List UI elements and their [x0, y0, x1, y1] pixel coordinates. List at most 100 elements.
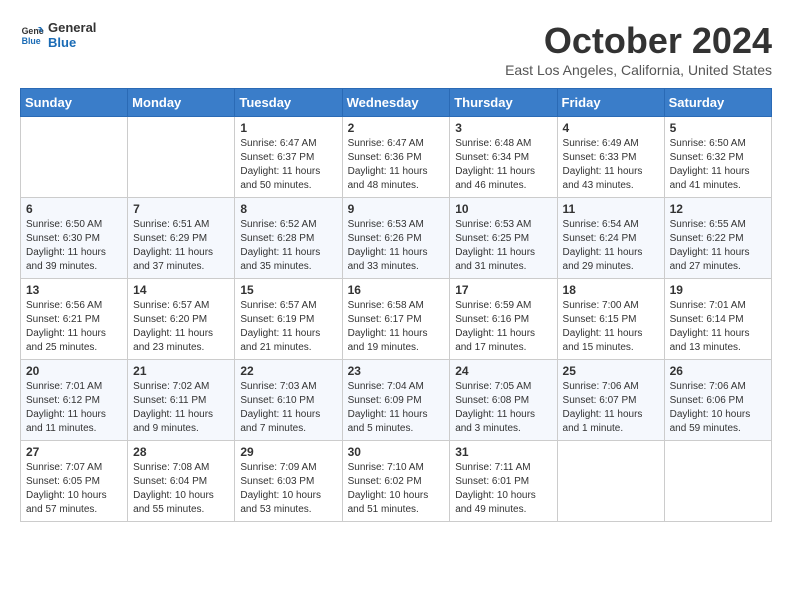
calendar-cell: 25Sunrise: 7:06 AM Sunset: 6:07 PM Dayli…	[557, 360, 664, 441]
day-info: Sunrise: 7:06 AM Sunset: 6:06 PM Dayligh…	[670, 380, 766, 436]
calendar-cell: 28 Sunrise: 7:08 AM Sunset: 6:04 PM Dayli…	[128, 441, 235, 522]
day-number: 29	[240, 445, 336, 459]
calendar-cell: 29Sunrise: 7:09 AM Sunset: 6:03 PM Dayli…	[235, 441, 342, 522]
day-number: 10	[455, 202, 551, 216]
calendar-cell: 23 Sunrise: 7:04 AM Sunset: 6:09 PM Dayli…	[342, 360, 450, 441]
day-info: Sunrise: 6:51 AM Sunset: 6:29 PM Dayligh…	[133, 218, 229, 274]
day-number: 24	[455, 364, 551, 378]
week-row-4: 20 Sunrise: 7:01 AM Sunset: 6:12 PM Dayli…	[21, 360, 772, 441]
day-number: 12	[670, 202, 766, 216]
day-info: Sunrise: 6:57 AM Sunset: 6:19 PM Dayligh…	[240, 299, 336, 355]
calendar-cell: 3 Sunrise: 6:48 AM Sunset: 6:34 PM Daylig…	[450, 117, 557, 198]
day-number: 21	[133, 364, 229, 378]
title-area: October 2024 East Los Angeles, Californi…	[505, 20, 772, 78]
weekday-header-saturday: Saturday	[664, 89, 771, 117]
calendar-cell	[664, 441, 771, 522]
day-info: Sunrise: 6:52 AM Sunset: 6:28 PM Dayligh…	[240, 218, 336, 274]
day-number: 9	[348, 202, 445, 216]
day-info: Sunrise: 7:00 AM Sunset: 6:15 PM Dayligh…	[563, 299, 659, 355]
day-info: Sunrise: 7:03 AM Sunset: 6:10 PM Dayligh…	[240, 380, 336, 436]
calendar-cell: 21 Sunrise: 7:02 AM Sunset: 6:11 PM Dayli…	[128, 360, 235, 441]
calendar-cell: 4 Sunrise: 6:49 AM Sunset: 6:33 PM Daylig…	[557, 117, 664, 198]
day-info: Sunrise: 7:01 AM Sunset: 6:14 PM Dayligh…	[670, 299, 766, 355]
day-number: 14	[133, 283, 229, 297]
day-info: Sunrise: 6:57 AM Sunset: 6:20 PM Dayligh…	[133, 299, 229, 355]
day-number: 23	[348, 364, 445, 378]
svg-text:Blue: Blue	[22, 36, 41, 46]
calendar-cell: 9 Sunrise: 6:53 AM Sunset: 6:26 PM Daylig…	[342, 198, 450, 279]
day-info: Sunrise: 6:49 AM Sunset: 6:33 PM Dayligh…	[563, 137, 659, 193]
calendar-cell: 8Sunrise: 6:52 AM Sunset: 6:28 PM Daylig…	[235, 198, 342, 279]
day-number: 17	[455, 283, 551, 297]
calendar-cell: 7 Sunrise: 6:51 AM Sunset: 6:29 PM Daylig…	[128, 198, 235, 279]
day-number: 6	[26, 202, 122, 216]
logo-general: General	[48, 20, 96, 35]
day-number: 2	[348, 121, 445, 135]
weekday-header-thursday: Thursday	[450, 89, 557, 117]
weekday-header-row: SundayMondayTuesdayWednesdayThursdayFrid…	[21, 89, 772, 117]
calendar-cell: 11Sunrise: 6:54 AM Sunset: 6:24 PM Dayli…	[557, 198, 664, 279]
calendar-table: SundayMondayTuesdayWednesdayThursdayFrid…	[20, 88, 772, 522]
day-info: Sunrise: 7:08 AM Sunset: 6:04 PM Dayligh…	[133, 461, 229, 517]
day-info: Sunrise: 7:10 AM Sunset: 6:02 PM Dayligh…	[348, 461, 445, 517]
header: General Blue General Blue October 2024 E…	[20, 20, 772, 78]
day-number: 3	[455, 121, 551, 135]
day-info: Sunrise: 6:59 AM Sunset: 6:16 PM Dayligh…	[455, 299, 551, 355]
day-number: 11	[563, 202, 659, 216]
weekday-header-tuesday: Tuesday	[235, 89, 342, 117]
week-row-1: 1 Sunrise: 6:47 AM Sunset: 6:37 PM Daylig…	[21, 117, 772, 198]
calendar-cell: 19Sunrise: 7:01 AM Sunset: 6:14 PM Dayli…	[664, 279, 771, 360]
week-row-2: 6Sunrise: 6:50 AM Sunset: 6:30 PM Daylig…	[21, 198, 772, 279]
day-number: 30	[348, 445, 445, 459]
weekday-header-wednesday: Wednesday	[342, 89, 450, 117]
calendar-cell: 2 Sunrise: 6:47 AM Sunset: 6:36 PM Daylig…	[342, 117, 450, 198]
day-number: 13	[26, 283, 122, 297]
calendar-cell: 6Sunrise: 6:50 AM Sunset: 6:30 PM Daylig…	[21, 198, 128, 279]
calendar-cell: 14 Sunrise: 6:57 AM Sunset: 6:20 PM Dayli…	[128, 279, 235, 360]
day-info: Sunrise: 7:04 AM Sunset: 6:09 PM Dayligh…	[348, 380, 445, 436]
day-info: Sunrise: 7:01 AM Sunset: 6:12 PM Dayligh…	[26, 380, 122, 436]
calendar-cell: 20 Sunrise: 7:01 AM Sunset: 6:12 PM Dayli…	[21, 360, 128, 441]
calendar-cell: 13 Sunrise: 6:56 AM Sunset: 6:21 PM Dayli…	[21, 279, 128, 360]
calendar-cell	[557, 441, 664, 522]
calendar-cell: 12Sunrise: 6:55 AM Sunset: 6:22 PM Dayli…	[664, 198, 771, 279]
month-title: October 2024	[505, 20, 772, 62]
day-info: Sunrise: 7:05 AM Sunset: 6:08 PM Dayligh…	[455, 380, 551, 436]
day-info: Sunrise: 6:53 AM Sunset: 6:25 PM Dayligh…	[455, 218, 551, 274]
day-info: Sunrise: 7:07 AM Sunset: 6:05 PM Dayligh…	[26, 461, 122, 517]
day-number: 1	[240, 121, 336, 135]
day-number: 16	[348, 283, 445, 297]
calendar-cell: 31 Sunrise: 7:11 AM Sunset: 6:01 PM Dayli…	[450, 441, 557, 522]
day-number: 7	[133, 202, 229, 216]
location-subtitle: East Los Angeles, California, United Sta…	[505, 62, 772, 78]
weekday-header-friday: Friday	[557, 89, 664, 117]
day-info: Sunrise: 6:47 AM Sunset: 6:36 PM Dayligh…	[348, 137, 445, 193]
calendar-cell: 15 Sunrise: 6:57 AM Sunset: 6:19 PM Dayli…	[235, 279, 342, 360]
day-number: 31	[455, 445, 551, 459]
day-info: Sunrise: 7:02 AM Sunset: 6:11 PM Dayligh…	[133, 380, 229, 436]
day-info: Sunrise: 7:06 AM Sunset: 6:07 PM Dayligh…	[563, 380, 659, 436]
week-row-3: 13 Sunrise: 6:56 AM Sunset: 6:21 PM Dayli…	[21, 279, 772, 360]
day-number: 28	[133, 445, 229, 459]
calendar-cell: 1 Sunrise: 6:47 AM Sunset: 6:37 PM Daylig…	[235, 117, 342, 198]
day-number: 15	[240, 283, 336, 297]
logo: General Blue General Blue	[20, 20, 96, 50]
day-number: 4	[563, 121, 659, 135]
day-info: Sunrise: 6:56 AM Sunset: 6:21 PM Dayligh…	[26, 299, 122, 355]
calendar-cell: 30 Sunrise: 7:10 AM Sunset: 6:02 PM Dayli…	[342, 441, 450, 522]
day-number: 20	[26, 364, 122, 378]
calendar-cell: 16 Sunrise: 6:58 AM Sunset: 6:17 PM Dayli…	[342, 279, 450, 360]
day-info: Sunrise: 6:48 AM Sunset: 6:34 PM Dayligh…	[455, 137, 551, 193]
day-number: 27	[26, 445, 122, 459]
day-info: Sunrise: 6:53 AM Sunset: 6:26 PM Dayligh…	[348, 218, 445, 274]
calendar-cell: 10 Sunrise: 6:53 AM Sunset: 6:25 PM Dayli…	[450, 198, 557, 279]
day-number: 5	[670, 121, 766, 135]
calendar-cell: 5Sunrise: 6:50 AM Sunset: 6:32 PM Daylig…	[664, 117, 771, 198]
weekday-header-monday: Monday	[128, 89, 235, 117]
day-number: 18	[563, 283, 659, 297]
calendar-cell: 22Sunrise: 7:03 AM Sunset: 6:10 PM Dayli…	[235, 360, 342, 441]
day-info: Sunrise: 6:47 AM Sunset: 6:37 PM Dayligh…	[240, 137, 336, 193]
day-info: Sunrise: 7:11 AM Sunset: 6:01 PM Dayligh…	[455, 461, 551, 517]
day-info: Sunrise: 6:58 AM Sunset: 6:17 PM Dayligh…	[348, 299, 445, 355]
weekday-header-sunday: Sunday	[21, 89, 128, 117]
